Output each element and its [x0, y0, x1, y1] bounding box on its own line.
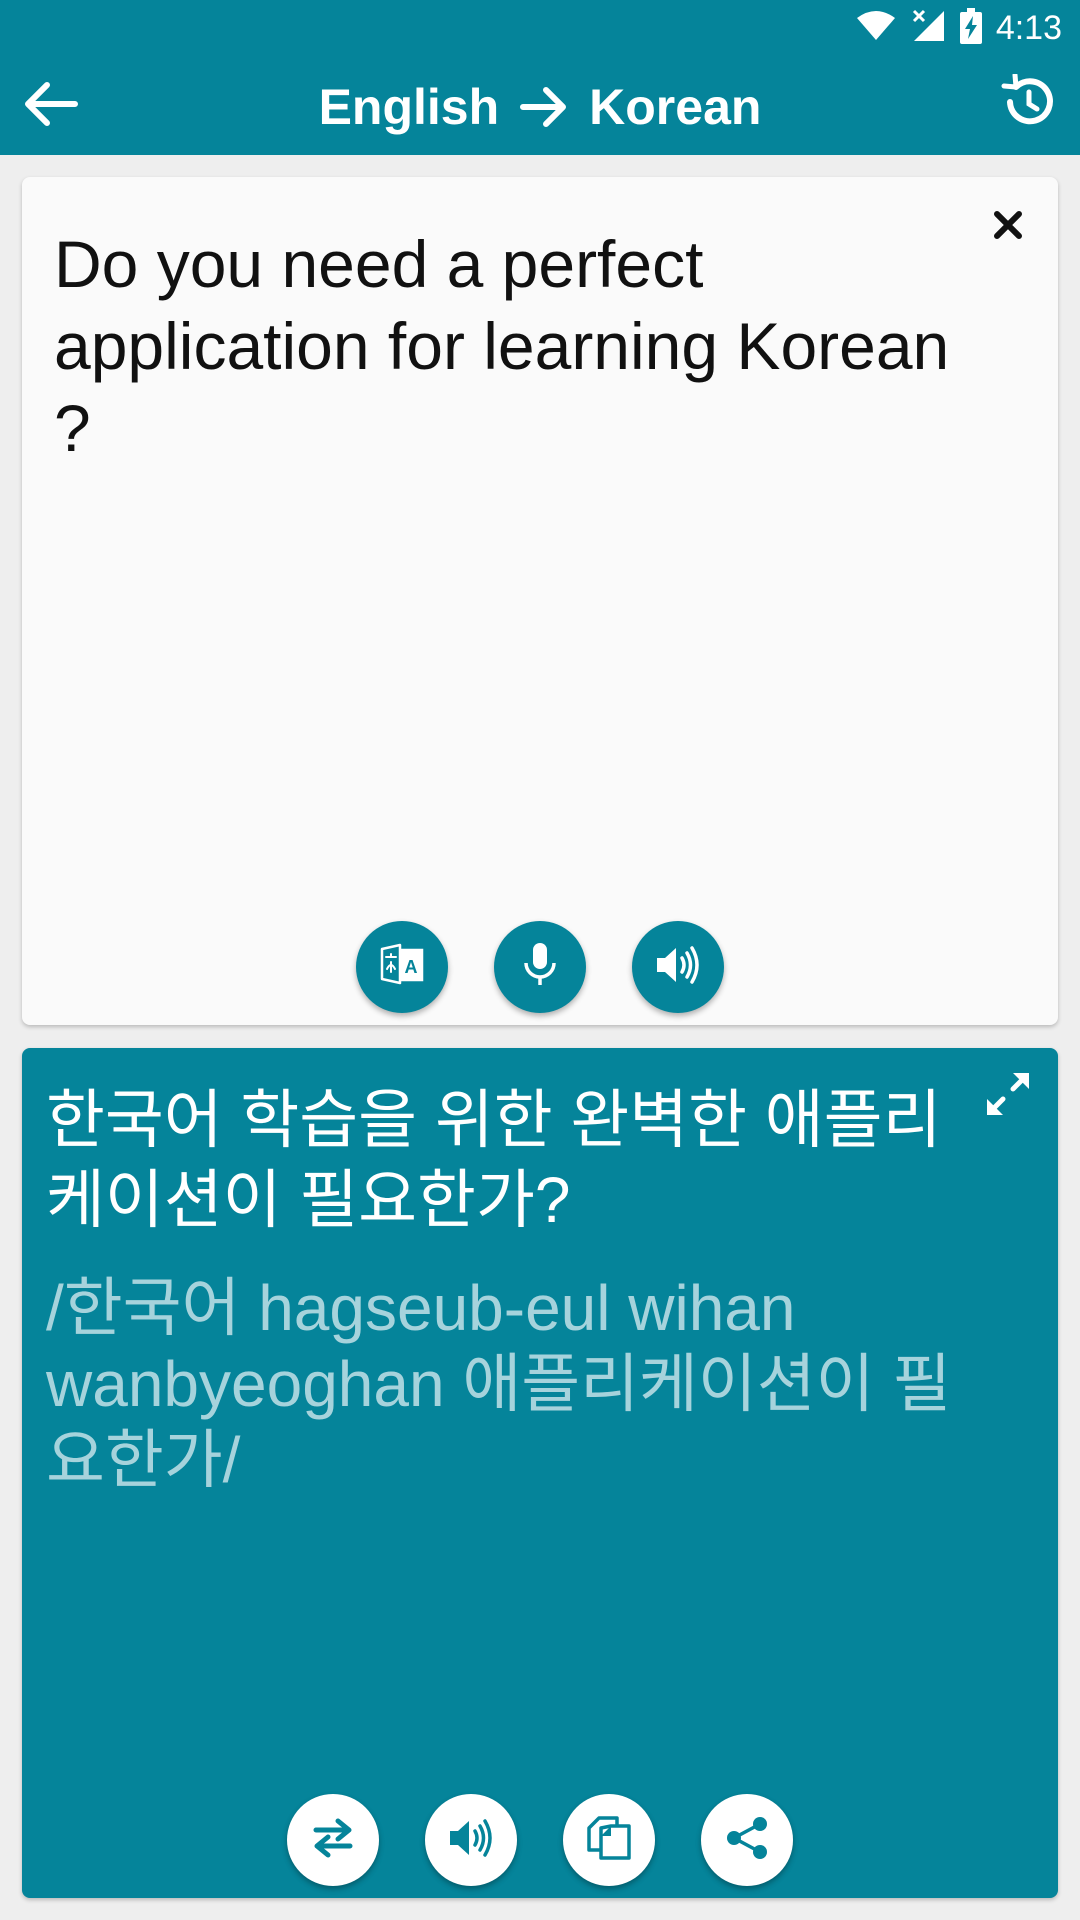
speak-translation-button[interactable] — [425, 1794, 517, 1886]
romanization-text: /한국어 hagseub-eul wihan wanbyeoghan 애플리케이… — [46, 1272, 952, 1496]
translate-button[interactable]: A — [356, 921, 448, 1013]
speak-source-button[interactable] — [632, 921, 724, 1013]
signal-off-icon — [910, 9, 946, 48]
microphone-button[interactable] — [494, 921, 586, 1013]
share-icon — [724, 1815, 770, 1866]
arrow-right-icon — [519, 85, 569, 129]
history-icon — [1000, 72, 1056, 135]
close-icon — [993, 210, 1023, 245]
source-card: Do you need a perfect application for le… — [22, 177, 1058, 1025]
language-pair-title[interactable]: English Korean — [0, 72, 1080, 142]
translated-text: 한국어 학습을 위한 완벽한 애플리케이션이 필요한가? — [46, 1084, 942, 1236]
copy-button[interactable] — [563, 1794, 655, 1886]
status-time: 4:13 — [995, 8, 1062, 47]
status-bar: 4:13 — [0, 0, 1080, 56]
translation-card: 한국어 학습을 위한 완벽한 애플리케이션이 필요한가? /한국어 hagseu… — [22, 1048, 1058, 1898]
speaker-icon — [447, 1816, 495, 1865]
battery-charging-icon — [959, 7, 982, 49]
source-actions: A — [22, 921, 1058, 1013]
microphone-icon — [520, 941, 560, 994]
translate-icon: A — [379, 942, 425, 993]
swap-icon — [308, 1818, 358, 1863]
history-button[interactable] — [998, 72, 1058, 135]
svg-text:A: A — [405, 957, 418, 977]
toolbar: English Korean — [0, 56, 1080, 155]
expand-button[interactable] — [976, 1064, 1040, 1128]
source-language-label[interactable]: English — [319, 78, 500, 136]
share-button[interactable] — [701, 1794, 793, 1886]
swap-languages-button[interactable] — [287, 1794, 379, 1886]
translation-actions — [22, 1794, 1058, 1886]
clear-button[interactable] — [980, 199, 1036, 255]
app-bar: 4:13 English Korean — [0, 0, 1080, 155]
target-language-label[interactable]: Korean — [589, 78, 761, 136]
speaker-icon — [654, 943, 702, 992]
wifi-icon — [856, 10, 896, 47]
source-text-input[interactable]: Do you need a perfect application for le… — [54, 223, 954, 469]
expand-icon — [983, 1069, 1033, 1124]
copy-icon — [585, 1814, 633, 1867]
